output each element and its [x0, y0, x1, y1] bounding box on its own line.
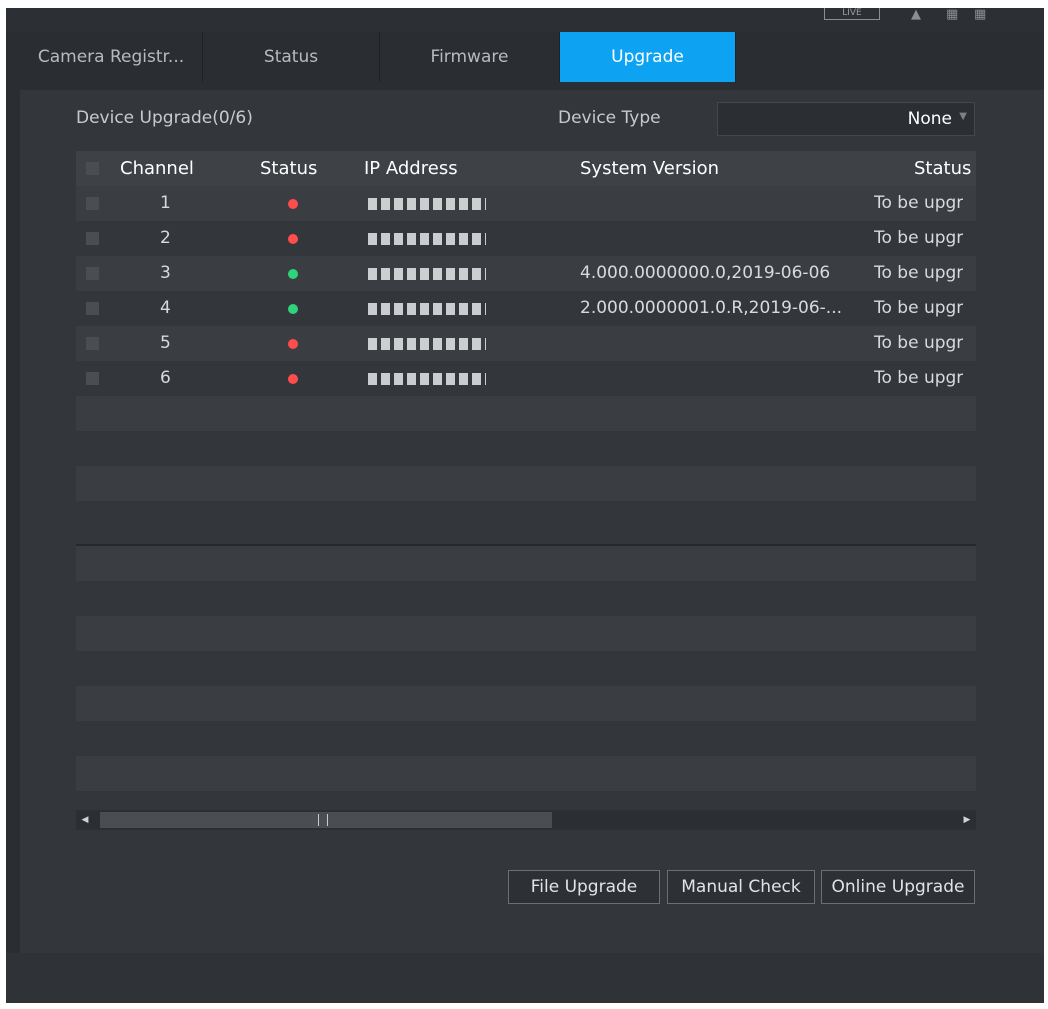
table-row[interactable]: 2 To be upgr — [76, 221, 976, 256]
horizontal-scrollbar[interactable]: ◀ ▶ — [76, 810, 976, 830]
chevron-down-icon: ▼ — [959, 111, 967, 122]
system-version-cell: 2.000.0000001.0.R,2019-06-... — [580, 298, 842, 318]
online-status-dot — [288, 304, 298, 314]
empty-row — [76, 686, 976, 721]
channel-cell: 3 — [160, 263, 171, 283]
file-upgrade-button[interactable]: File Upgrade — [508, 870, 660, 904]
grip-icon — [318, 814, 328, 826]
top-bar: LIVE ▲ ▦ ▦ — [6, 8, 1044, 32]
upgrade-status-cell: To be upgr — [874, 368, 964, 388]
empty-row — [76, 546, 976, 581]
empty-row — [76, 466, 976, 501]
offline-status-dot — [288, 339, 298, 349]
channel-cell: 2 — [160, 228, 171, 248]
offline-status-dot — [288, 234, 298, 244]
empty-row — [76, 651, 976, 686]
online-status-dot — [288, 269, 298, 279]
upgrade-status-cell: To be upgr — [874, 193, 964, 213]
ip-address-masked — [368, 268, 486, 280]
empty-row — [76, 721, 976, 756]
empty-row — [76, 581, 976, 616]
table-row[interactable]: 1 To be upgr — [76, 186, 976, 221]
online-upgrade-button[interactable]: Online Upgrade — [821, 870, 975, 904]
table-row[interactable]: 6 To be upgr — [76, 361, 976, 396]
tab-bar: Camera Registr... Status Firmware Upgrad… — [20, 32, 1044, 90]
left-edge-bar — [6, 32, 20, 982]
channel-cell: 1 — [160, 193, 171, 213]
row-checkbox[interactable] — [86, 372, 99, 385]
scroll-right-arrow-icon[interactable]: ▶ — [958, 810, 976, 830]
layout-icon[interactable]: ▦ — [974, 8, 986, 21]
table-row[interactable]: 3 4.000.0000000.0,2019-06-06 To be upgr — [76, 256, 976, 291]
table-divider — [76, 544, 976, 546]
upgrade-status-cell: To be upgr — [874, 228, 964, 248]
device-table: Channel Status IP Address System Version… — [76, 151, 976, 831]
table-row[interactable]: 4 2.000.0000001.0.R,2019-06-... To be up… — [76, 291, 976, 326]
tab-camera-registration[interactable]: Camera Registr... — [20, 32, 203, 82]
user-icon[interactable]: ▲ — [911, 8, 921, 21]
live-button[interactable]: LIVE — [824, 8, 880, 20]
system-version-cell: 4.000.0000000.0,2019-06-06 — [580, 263, 831, 283]
tab-firmware[interactable]: Firmware — [380, 32, 560, 82]
channel-cell: 4 — [160, 298, 171, 318]
channel-cell: 6 — [160, 368, 171, 388]
device-type-select[interactable]: None ▼ — [717, 102, 975, 136]
select-all-checkbox[interactable] — [86, 162, 99, 175]
ip-address-masked — [368, 198, 486, 210]
row-checkbox[interactable] — [86, 232, 99, 245]
empty-row — [76, 501, 976, 536]
row-checkbox[interactable] — [86, 267, 99, 280]
shortcut-menu-icon[interactable]: ▦ — [946, 8, 958, 21]
table-row[interactable]: 5 To be upgr — [76, 326, 976, 361]
empty-row — [76, 396, 976, 431]
row-checkbox[interactable] — [86, 337, 99, 350]
empty-row — [76, 616, 976, 651]
manual-check-button[interactable]: Manual Check — [667, 870, 815, 904]
ip-address-masked — [368, 373, 486, 385]
upgrade-status-cell: To be upgr — [874, 263, 964, 283]
device-type-value: None — [907, 109, 952, 129]
ip-address-masked — [368, 303, 486, 315]
tab-upgrade[interactable]: Upgrade — [560, 32, 736, 82]
column-header-channel[interactable]: Channel — [120, 151, 194, 186]
column-header-system-version[interactable]: System Version — [580, 151, 719, 186]
row-checkbox[interactable] — [86, 302, 99, 315]
upgrade-status-cell: To be upgr — [874, 298, 964, 318]
column-header-status[interactable]: Status — [260, 151, 317, 186]
column-header-upgrade-status[interactable]: Status — [914, 151, 971, 186]
scroll-left-arrow-icon[interactable]: ◀ — [76, 810, 94, 830]
row-checkbox[interactable] — [86, 197, 99, 210]
channel-cell: 5 — [160, 333, 171, 353]
empty-row — [76, 431, 976, 466]
column-header-ip-address[interactable]: IP Address — [364, 151, 458, 186]
scrollbar-thumb[interactable] — [100, 812, 552, 828]
offline-status-dot — [288, 199, 298, 209]
table-header: Channel Status IP Address System Version… — [76, 151, 976, 186]
empty-row — [76, 756, 976, 791]
device-type-label: Device Type — [558, 108, 661, 128]
tab-status[interactable]: Status — [203, 32, 380, 82]
device-upgrade-count: Device Upgrade(0/6) — [76, 108, 253, 128]
upgrade-window: LIVE ▲ ▦ ▦ Camera Registr... Status Firm… — [6, 8, 1044, 1003]
ip-address-masked — [368, 233, 486, 245]
offline-status-dot — [288, 374, 298, 384]
upgrade-status-cell: To be upgr — [874, 333, 964, 353]
bottom-bar — [6, 953, 1044, 1003]
ip-address-masked — [368, 338, 486, 350]
